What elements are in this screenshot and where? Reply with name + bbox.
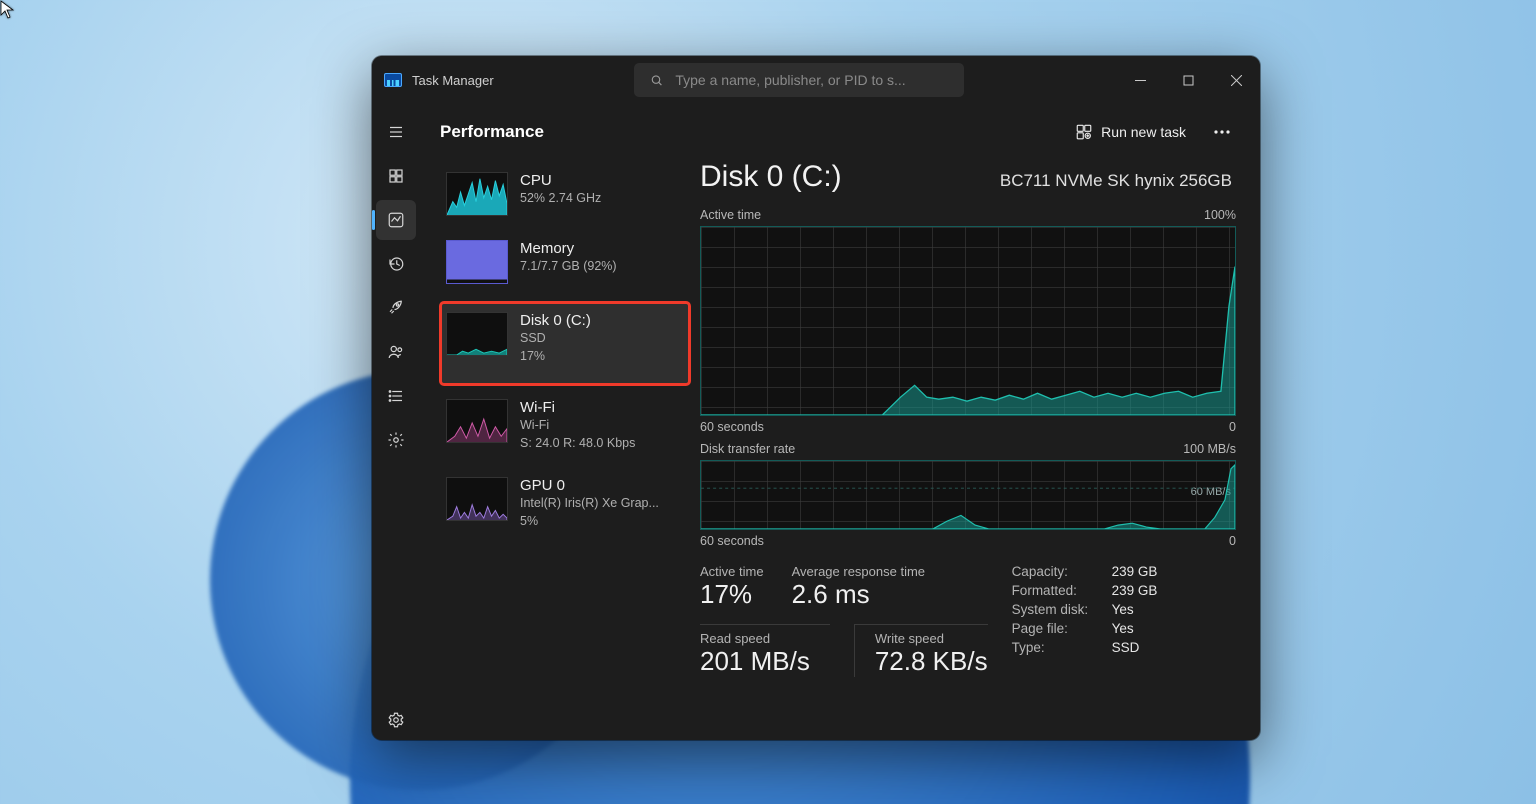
nav-startup-apps[interactable] — [376, 288, 416, 328]
chart2-label: Disk transfer rate — [700, 442, 795, 456]
nav-processes[interactable] — [376, 156, 416, 196]
wifi-sub1: Wi-Fi — [520, 416, 635, 434]
prop-type-k: Type: — [1012, 640, 1112, 655]
chart1-label: Active time — [700, 208, 761, 222]
titlebar[interactable]: Task Manager — [372, 56, 1260, 104]
stat-read-label: Read speed — [700, 631, 810, 646]
page-header: Performance Run new task — [420, 104, 1260, 160]
task-manager-window: Task Manager Performan — [372, 56, 1260, 740]
nav-settings[interactable] — [376, 700, 416, 740]
nav-performance[interactable] — [376, 200, 416, 240]
prop-system-v: Yes — [1112, 602, 1192, 617]
resource-item-gpu0[interactable]: GPU 0 Intel(R) Iris(R) Xe Grap... 5% — [440, 471, 690, 540]
cpu-sub: 52% 2.74 GHz — [520, 189, 601, 207]
app-title: Task Manager — [412, 73, 494, 88]
search-icon — [650, 73, 664, 88]
disk-thumb — [446, 312, 508, 356]
nav-rail — [372, 104, 420, 740]
stat-active-time-label: Active time — [700, 564, 764, 579]
disk-properties: Capacity: 239 GB Formatted: 239 GB Syste… — [1012, 564, 1192, 677]
resource-item-wifi[interactable]: Wi-Fi Wi-Fi S: 24.0 R: 48.0 Kbps — [440, 393, 690, 462]
stat-write-label: Write speed — [875, 631, 988, 646]
prop-type-v: SSD — [1112, 640, 1192, 655]
prop-formatted-v: 239 GB — [1112, 583, 1192, 598]
wifi-sub2: S: 24.0 R: 48.0 Kbps — [520, 434, 635, 452]
minimize-button[interactable] — [1116, 56, 1164, 104]
ellipsis-icon — [1214, 130, 1230, 134]
wifi-thumb — [446, 399, 508, 443]
nav-app-history[interactable] — [376, 244, 416, 284]
chart2-max: 100 MB/s — [1183, 442, 1236, 456]
prop-system-k: System disk: — [1012, 602, 1112, 617]
nav-services[interactable] — [376, 420, 416, 460]
stat-avg-response-value: 2.6 ms — [792, 579, 925, 610]
active-time-chart — [700, 226, 1236, 416]
gpu-sub1: Intel(R) Iris(R) Xe Grap... — [520, 494, 659, 512]
detail-pane: Disk 0 (C:) BC711 NVMe SK hynix 256GB Ac… — [700, 160, 1260, 740]
stat-read-value: 201 MB/s — [700, 646, 810, 677]
nav-users[interactable] — [376, 332, 416, 372]
run-new-task-label: Run new task — [1101, 124, 1186, 140]
chart1-max: 100% — [1204, 208, 1236, 222]
resource-item-cpu[interactable]: CPU 52% 2.74 GHz — [440, 166, 690, 226]
stat-write-value: 72.8 KB/s — [875, 646, 988, 677]
stat-active-time-value: 17% — [700, 579, 764, 610]
cpu-title: CPU — [520, 172, 601, 189]
page-title: Performance — [440, 122, 544, 142]
prop-pagefile-k: Page file: — [1012, 621, 1112, 636]
chart1-xright: 0 — [1229, 420, 1236, 434]
hamburger-button[interactable] — [376, 112, 416, 152]
resource-item-disk0[interactable]: Disk 0 (C:) SSD 17% — [440, 302, 690, 385]
stat-avg-response-label: Average response time — [792, 564, 925, 579]
gpu-sub2: 5% — [520, 512, 659, 530]
cpu-thumb — [446, 172, 508, 216]
disk-title: Disk 0 (C:) — [520, 312, 591, 329]
chart1-xleft: 60 seconds — [700, 420, 764, 434]
more-options-button[interactable] — [1204, 114, 1240, 150]
transfer-rate-chart: 60 MB/s — [700, 460, 1236, 530]
wifi-title: Wi-Fi — [520, 399, 635, 416]
search-box[interactable] — [634, 63, 964, 97]
gpu-title: GPU 0 — [520, 477, 659, 494]
detail-title: Disk 0 (C:) — [700, 160, 842, 194]
run-task-icon — [1075, 123, 1093, 141]
memory-sub: 7.1/7.7 GB (92%) — [520, 257, 617, 275]
chart2-xleft: 60 seconds — [700, 534, 764, 548]
disk-sub1: SSD — [520, 329, 591, 347]
mouse-cursor — [0, 0, 16, 20]
chart2-xright: 0 — [1229, 534, 1236, 548]
prop-pagefile-v: Yes — [1112, 621, 1192, 636]
disk-sub2: 17% — [520, 347, 591, 365]
gpu-thumb — [446, 477, 508, 521]
app-icon — [384, 73, 402, 87]
detail-model: BC711 NVMe SK hynix 256GB — [1000, 171, 1232, 191]
maximize-button[interactable] — [1164, 56, 1212, 104]
resource-list: CPU 52% 2.74 GHz Memory 7.1/7.7 GB (92%) — [440, 160, 700, 740]
prop-formatted-k: Formatted: — [1012, 583, 1112, 598]
memory-title: Memory — [520, 240, 617, 257]
prop-capacity-k: Capacity: — [1012, 564, 1112, 579]
memory-thumb — [446, 240, 508, 284]
resource-item-memory[interactable]: Memory 7.1/7.7 GB (92%) — [440, 234, 690, 294]
close-button[interactable] — [1212, 56, 1260, 104]
search-input[interactable] — [675, 72, 947, 88]
prop-capacity-v: 239 GB — [1112, 564, 1192, 579]
nav-details[interactable] — [376, 376, 416, 416]
run-new-task-button[interactable]: Run new task — [1065, 117, 1196, 147]
